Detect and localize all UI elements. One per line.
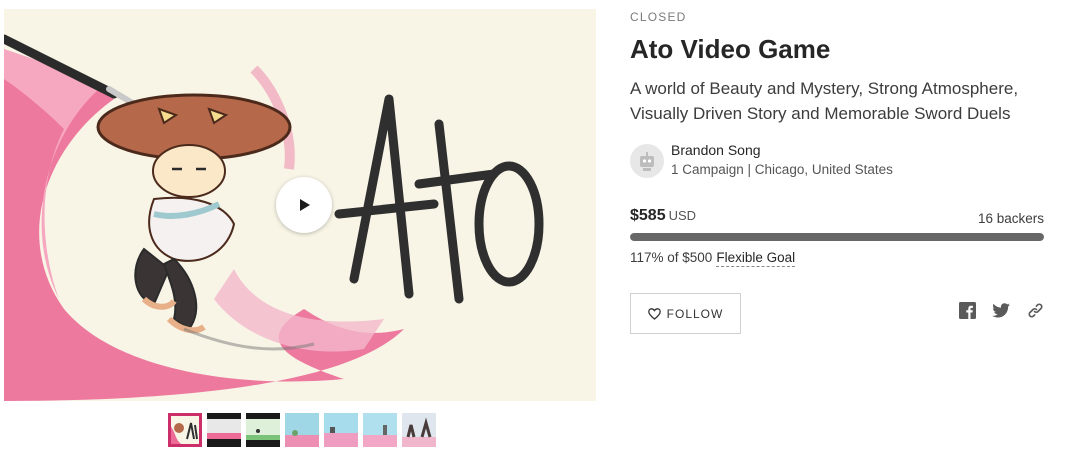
project-title: Ato Video Game — [630, 34, 831, 64]
facebook-icon — [958, 301, 976, 319]
share-buttons — [958, 301, 1044, 319]
campaign-status: CLOSED — [630, 10, 687, 24]
follow-button[interactable]: FOLLOW — [630, 293, 741, 334]
creator-details: Brandon Song 1 Campaign | Chicago, Unite… — [671, 142, 893, 178]
follow-label: FOLLOW — [666, 306, 724, 321]
project-blurb-line: A world of Beauty and Mystery, Strong At… — [630, 79, 1019, 98]
heart-outline-icon — [647, 307, 661, 320]
twitter-share-button[interactable] — [992, 301, 1010, 319]
media-thumbnail[interactable] — [168, 413, 202, 447]
project-blurb-line: Visually Driven Story and Memorable Swor… — [630, 104, 1011, 123]
media-thumbnail[interactable] — [402, 413, 436, 447]
creator-avatar[interactable] — [630, 144, 664, 178]
funding-progress-bar — [630, 233, 1044, 241]
copy-link-button[interactable] — [1026, 301, 1044, 319]
project-blurb: A world of Beauty and Mystery, Strong At… — [630, 76, 1050, 126]
amount-raised: $585 USD — [630, 207, 696, 225]
media-thumbnail[interactable] — [324, 413, 358, 447]
media-thumbnail[interactable] — [285, 413, 319, 447]
goal-type-link[interactable]: Flexible Goal — [716, 250, 796, 267]
funding-goal: 117% of $500 Flexible Goal — [630, 250, 796, 267]
play-button[interactable] — [276, 177, 332, 233]
funding-progress-fill — [630, 233, 1044, 241]
media-thumbnail[interactable] — [363, 413, 397, 447]
goal-percent: 117% of $500 — [630, 250, 713, 265]
media-thumbnail[interactable] — [246, 413, 280, 447]
hero-video[interactable] — [4, 9, 596, 401]
facebook-share-button[interactable] — [958, 301, 976, 319]
robot-avatar-icon — [640, 152, 654, 171]
backer-count: 16 backers — [977, 211, 1044, 226]
twitter-icon — [992, 302, 1010, 317]
amount-currency: USD — [668, 208, 697, 223]
media-thumbnail-strip — [168, 413, 436, 447]
amount-value: $585 — [630, 207, 666, 224]
play-icon — [300, 199, 310, 211]
creator-name[interactable]: Brandon Song — [671, 142, 893, 158]
media-thumbnail[interactable] — [207, 413, 241, 447]
creator-meta: 1 Campaign | Chicago, United States — [671, 162, 893, 177]
creator-card[interactable]: Brandon Song 1 Campaign | Chicago, Unite… — [630, 142, 893, 178]
link-icon — [1027, 302, 1043, 318]
